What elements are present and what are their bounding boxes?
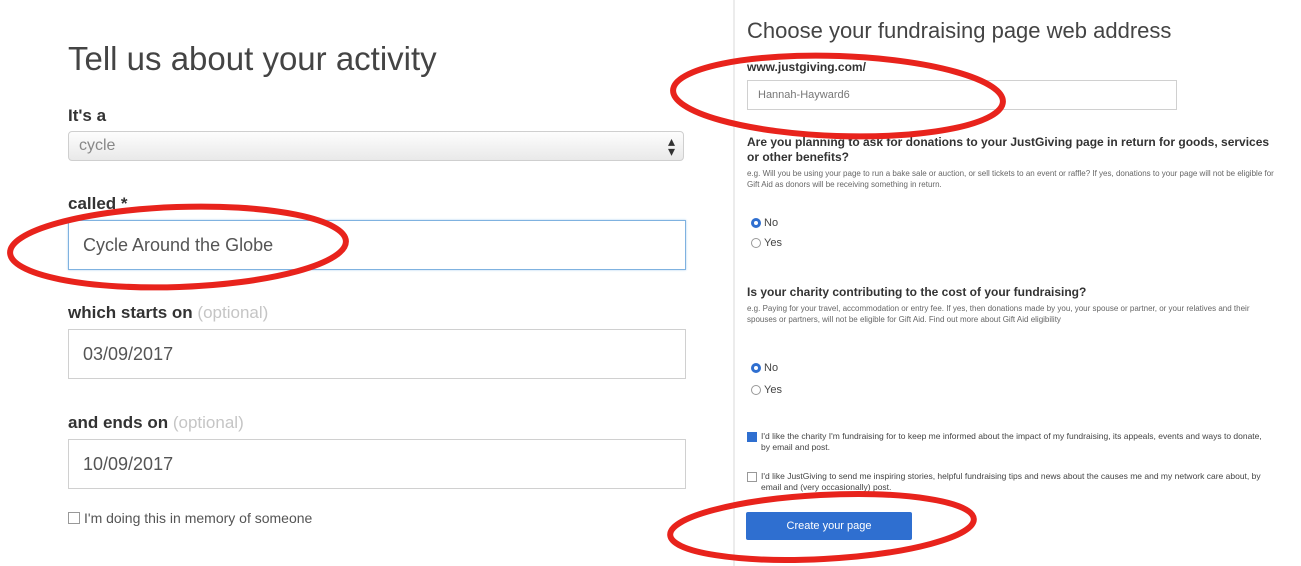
activity-name-input[interactable]: Cycle Around the Globe bbox=[68, 220, 686, 270]
activity-type-select[interactable]: cycle ▴ ▾ bbox=[68, 131, 684, 161]
justgiving-consent-label: I'd like JustGiving to send me inspiring… bbox=[761, 471, 1261, 492]
charity-cost-no-radio[interactable] bbox=[751, 363, 761, 373]
charity-cost-help: e.g. Paying for your travel, accommodati… bbox=[747, 304, 1250, 324]
start-date-optional: (optional) bbox=[197, 303, 269, 322]
charity-cost-no-option[interactable]: No bbox=[751, 362, 778, 374]
donations-no-option[interactable]: No bbox=[751, 217, 778, 229]
page-url-input[interactable]: Hannah-Hayward6 bbox=[747, 80, 1177, 110]
justgiving-consent-row[interactable]: I'd like JustGiving to send me inspiring… bbox=[747, 471, 1267, 493]
donations-no-label: No bbox=[764, 217, 779, 229]
start-date-label: which starts on (optional) bbox=[68, 303, 268, 323]
charity-consent-label: I'd like the charity I'm fundraising for… bbox=[761, 431, 1262, 452]
memory-checkbox[interactable] bbox=[68, 512, 80, 524]
url-prefix: www.justgiving.com/ bbox=[747, 60, 866, 74]
end-date-input[interactable]: 10/09/2017 bbox=[68, 439, 686, 489]
end-date-optional: (optional) bbox=[172, 413, 244, 432]
charity-consent-row[interactable]: I'd like the charity I'm fundraising for… bbox=[747, 431, 1267, 453]
panel-divider bbox=[733, 0, 735, 566]
activity-name-label: called * bbox=[68, 194, 128, 213]
web-address-title: Choose your fundraising page web address bbox=[747, 18, 1172, 43]
end-date-label-text: and ends on bbox=[68, 413, 169, 432]
donations-question: Are you planning to ask for donations to… bbox=[747, 135, 1270, 164]
charity-cost-question: Is your charity contributing to the cost… bbox=[747, 285, 1087, 299]
donations-no-radio[interactable] bbox=[751, 218, 761, 228]
start-date-label-text: which starts on bbox=[68, 303, 193, 322]
charity-cost-no-label: No bbox=[764, 362, 779, 374]
activity-type-label: It's a bbox=[68, 106, 107, 125]
charity-consent-checkbox[interactable] bbox=[747, 432, 757, 442]
memory-checkbox-label: I'm doing this in memory of someone bbox=[84, 510, 313, 526]
start-date-input[interactable]: 03/09/2017 bbox=[68, 329, 686, 379]
activity-panel: Tell us about your activity It's a cycle… bbox=[0, 0, 720, 566]
donations-yes-label: Yes bbox=[764, 237, 782, 249]
donations-yes-option[interactable]: Yes bbox=[751, 237, 782, 249]
charity-cost-yes-option[interactable]: Yes bbox=[751, 384, 782, 396]
create-page-button[interactable]: Create your page bbox=[746, 512, 912, 540]
charity-cost-yes-label: Yes bbox=[764, 384, 782, 396]
justgiving-consent-checkbox[interactable] bbox=[747, 472, 757, 482]
select-arrows-icon: ▴ ▾ bbox=[667, 133, 675, 159]
end-date-label: and ends on (optional) bbox=[68, 413, 244, 433]
activity-type-value: cycle bbox=[79, 137, 116, 154]
charity-cost-yes-radio[interactable] bbox=[751, 385, 761, 395]
activity-title: Tell us about your activity bbox=[68, 40, 437, 77]
donations-help: e.g. Will you be using your page to run … bbox=[747, 169, 1274, 189]
donations-yes-radio[interactable] bbox=[751, 238, 761, 248]
memory-checkbox-row[interactable]: I'm doing this in memory of someone bbox=[68, 510, 312, 526]
